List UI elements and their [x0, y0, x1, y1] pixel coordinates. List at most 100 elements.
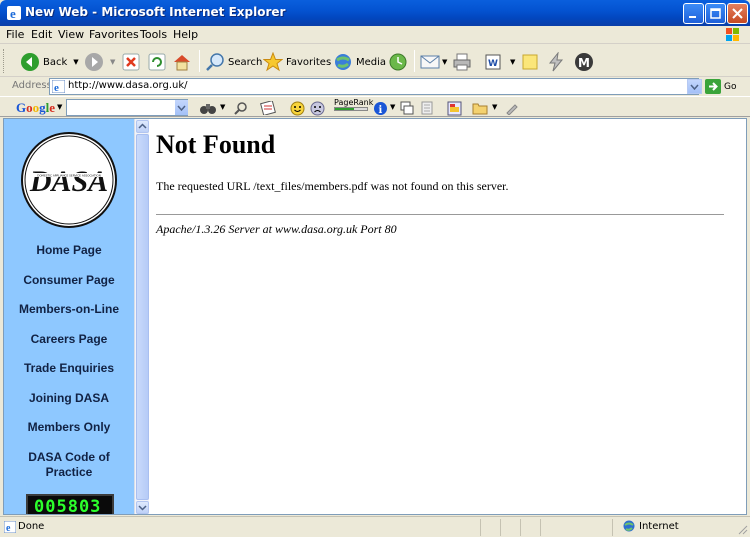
address-input[interactable]: http://www.dasa.org.uk/: [49, 78, 699, 95]
frown-icon[interactable]: [310, 101, 325, 116]
maximize-icon: [710, 8, 721, 19]
chevron-down-icon[interactable]: ▼: [492, 103, 497, 111]
sidebar-scrollbar[interactable]: [134, 119, 149, 514]
error-message: The requested URL /text_files/members.pd…: [156, 179, 509, 193]
chevron-down-icon[interactable]: ▼: [220, 103, 225, 111]
stop-icon: [122, 53, 140, 71]
media-button[interactable]: Media: [333, 51, 386, 73]
google-logo[interactable]: Google: [16, 100, 55, 116]
svg-text:e: e: [10, 6, 16, 21]
chevron-down-icon: [138, 505, 147, 511]
research-m-icon: M: [575, 53, 593, 71]
edit-button[interactable]: W ▼: [484, 51, 515, 73]
ie-logo-icon: e: [7, 6, 21, 21]
chevron-down-icon: [690, 84, 699, 91]
sidebar-link-consumer[interactable]: Consumer Page: [4, 273, 134, 287]
scroll-down-button[interactable]: [136, 501, 149, 514]
info-icon[interactable]: i: [373, 101, 388, 116]
folder-icon[interactable]: [472, 101, 488, 115]
status-divider: [540, 519, 541, 536]
menu-file[interactable]: File: [6, 28, 24, 41]
popup-blocker-icon[interactable]: [400, 101, 414, 115]
svg-text:i: i: [379, 105, 383, 116]
server-signature: Apache/1.3.26 Server at www.dasa.org.uk …: [156, 222, 397, 236]
close-window-button[interactable]: [727, 3, 748, 24]
menu-favorites[interactable]: Favorites: [89, 28, 139, 41]
stop-button[interactable]: [122, 51, 140, 73]
mail-button[interactable]: ▼: [420, 51, 447, 73]
refresh-button[interactable]: [148, 51, 166, 73]
autofill-icon[interactable]: [420, 101, 434, 115]
hit-counter-value: 005803: [34, 497, 102, 515]
menu-tools[interactable]: Tools: [140, 28, 167, 41]
security-zone[interactable]: Internet: [623, 520, 679, 532]
minimize-button[interactable]: [683, 3, 704, 24]
svg-text:M: M: [578, 56, 590, 70]
search-site-icon[interactable]: [233, 101, 249, 115]
address-label: Address: [12, 80, 52, 91]
scroll-up-button[interactable]: [136, 120, 149, 133]
chevron-down-icon[interactable]: ▼: [57, 103, 62, 111]
highlight-icon[interactable]: [447, 101, 462, 116]
sidebar-link-joining[interactable]: Joining DASA: [4, 391, 134, 405]
go-arrow-icon: [705, 79, 721, 94]
sidebar-link-members-online[interactable]: Members-on-Line: [4, 302, 134, 316]
logo-text: DASA: [29, 165, 108, 198]
binoculars-icon[interactable]: [200, 101, 216, 115]
favorites-button[interactable]: Favorites: [263, 51, 331, 73]
title-bar[interactable]: e New Web - Microsoft Internet Explorer: [0, 0, 750, 26]
history-button[interactable]: [388, 51, 408, 73]
pencil-icon[interactable]: [505, 101, 519, 115]
chevron-down-icon[interactable]: ▼: [110, 58, 115, 66]
windows-flag-icon: [726, 28, 739, 41]
sidebar-link-home[interactable]: Home Page: [4, 243, 134, 257]
sidebar-link-careers[interactable]: Careers Page: [4, 332, 134, 346]
pagerank-bar: [334, 107, 368, 111]
window-title: New Web - Microsoft Internet Explorer: [25, 5, 286, 19]
smiley-icon[interactable]: [290, 101, 305, 116]
sidebar-link-members-only[interactable]: Members Only: [4, 420, 134, 434]
news-icon[interactable]: [260, 101, 276, 115]
search-button[interactable]: Search: [205, 51, 262, 73]
print-button[interactable]: [452, 51, 472, 73]
chevron-down-icon[interactable]: ▼: [73, 58, 78, 66]
search-label: Search: [228, 56, 263, 68]
page-done-icon: e: [4, 521, 16, 533]
status-divider: [500, 519, 501, 536]
maximize-button[interactable]: [705, 3, 726, 24]
main-frame: Not Found The requested URL /text_files/…: [156, 119, 741, 514]
go-button[interactable]: Go: [705, 79, 736, 94]
menu-view[interactable]: View: [58, 28, 84, 41]
research-button[interactable]: M: [574, 51, 594, 73]
toolbar-separator: [414, 50, 415, 72]
home-icon: [174, 55, 190, 71]
back-arrow-icon: [21, 53, 39, 71]
google-search-input[interactable]: [66, 99, 188, 116]
chevron-down-icon[interactable]: ▼: [442, 58, 447, 66]
home-button[interactable]: [172, 51, 192, 73]
chevron-down-icon[interactable]: ▼: [510, 58, 515, 66]
address-dropdown-button[interactable]: [687, 79, 702, 94]
toolbar-grip[interactable]: [3, 49, 6, 73]
svg-text:W: W: [488, 59, 498, 69]
menu-edit[interactable]: Edit: [31, 28, 52, 41]
scroll-thumb[interactable]: [136, 134, 149, 500]
search-icon: [206, 53, 224, 71]
forward-button[interactable]: ▼: [84, 51, 115, 73]
globe-icon: [623, 520, 635, 532]
address-bar: Address http://www.dasa.org.uk/ e Go: [0, 78, 750, 96]
go-label: Go: [724, 81, 737, 92]
resize-grip-icon[interactable]: [736, 523, 748, 535]
google-search-dropdown[interactable]: [175, 100, 188, 115]
page-icon: e: [52, 80, 65, 93]
sidebar-link-trade-enquiries[interactable]: Trade Enquiries: [4, 361, 134, 375]
dasa-logo: DASA DOMESTIC APPLIANCE SERVICE ASSOCIAT…: [21, 132, 117, 228]
menu-help[interactable]: Help: [173, 28, 198, 41]
back-button[interactable]: Back ▼: [20, 51, 79, 73]
page-viewport: DASA DOMESTIC APPLIANCE SERVICE ASSOCIAT…: [3, 118, 747, 515]
discuss-button[interactable]: [521, 51, 539, 73]
messenger-button[interactable]: [546, 51, 566, 73]
chevron-up-icon: [138, 123, 147, 129]
sidebar-link-code-of-practice[interactable]: DASA Code of Practice: [22, 450, 116, 480]
chevron-down-icon[interactable]: ▼: [390, 103, 395, 111]
